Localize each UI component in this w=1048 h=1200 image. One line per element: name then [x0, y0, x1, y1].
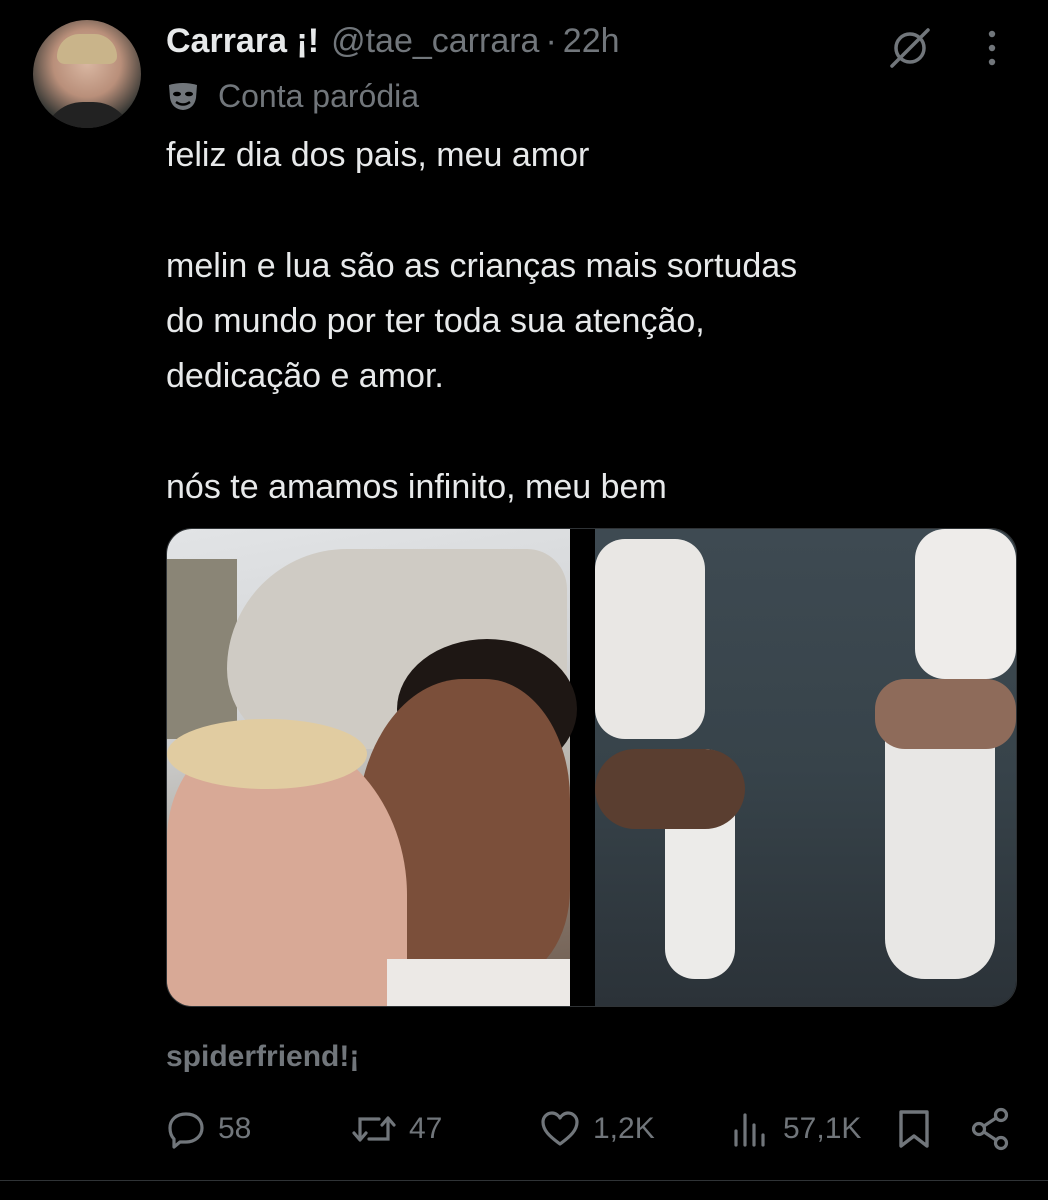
views-icon [734, 1113, 765, 1147]
media-grid [166, 528, 1017, 1007]
photo-1[interactable] [167, 529, 577, 1006]
share-icon[interactable] [970, 1106, 1010, 1152]
community-label[interactable]: spiderfriend!¡ [166, 1040, 359, 1074]
photo-baby [915, 529, 1016, 679]
separator-dot: · [545, 22, 557, 60]
like-icon [541, 1111, 579, 1146]
avatar-hair [57, 34, 117, 64]
action-bar: 58 47 1,2K 57,1K [166, 1106, 1026, 1152]
photo-bookshelf [167, 559, 237, 739]
like-button[interactable]: 1,2K [539, 1106, 655, 1152]
photo-sheet [387, 959, 570, 1006]
divider [0, 1180, 1048, 1181]
repost-count: 47 [409, 1112, 443, 1145]
post-text: feliz dia dos pais, meu amor melin e lua… [166, 128, 1026, 515]
photo-person-hair [167, 719, 367, 789]
post-text-line: dedicação e amor. [166, 357, 444, 395]
photo-arm [595, 749, 745, 829]
user-handle[interactable]: @tae_carrara [331, 22, 539, 61]
reply-icon [168, 1112, 204, 1149]
bookmark-icon[interactable] [896, 1106, 932, 1152]
parody-label: Conta paródia [166, 78, 419, 115]
post-text-line: nós te amamos infinito, meu bem [166, 468, 667, 506]
more-icon[interactable] [985, 28, 999, 68]
post-text-line: melin e lua são as crianças mais sortuda… [166, 247, 798, 285]
post-text-line: do mundo por ter toda sua atenção, [166, 302, 705, 340]
photo-arm [875, 679, 1016, 749]
mask-icon [169, 82, 197, 110]
photo-2[interactable] [595, 529, 1016, 1006]
display-name[interactable]: Carrara ¡! [166, 22, 319, 61]
post-time[interactable]: 22h [563, 22, 620, 61]
post-text-line: feliz dia dos pais, meu amor [166, 136, 590, 174]
repost-button[interactable]: 47 [351, 1106, 442, 1152]
like-count: 1,2K [593, 1112, 655, 1145]
grok-icon[interactable] [888, 26, 932, 70]
views-count: 57,1K [783, 1112, 862, 1145]
avatar-shirt [43, 102, 133, 128]
reply-button[interactable]: 58 [166, 1106, 251, 1152]
avatar[interactable] [33, 20, 141, 128]
views-button[interactable]: 57,1K [731, 1106, 861, 1152]
photo-baby [595, 539, 705, 739]
reply-count: 58 [218, 1112, 252, 1145]
repost-icon [352, 1116, 396, 1142]
parody-text: Conta paródia [218, 78, 420, 114]
post-header: Carrara ¡! @tae_carrara · 22h [166, 22, 620, 68]
